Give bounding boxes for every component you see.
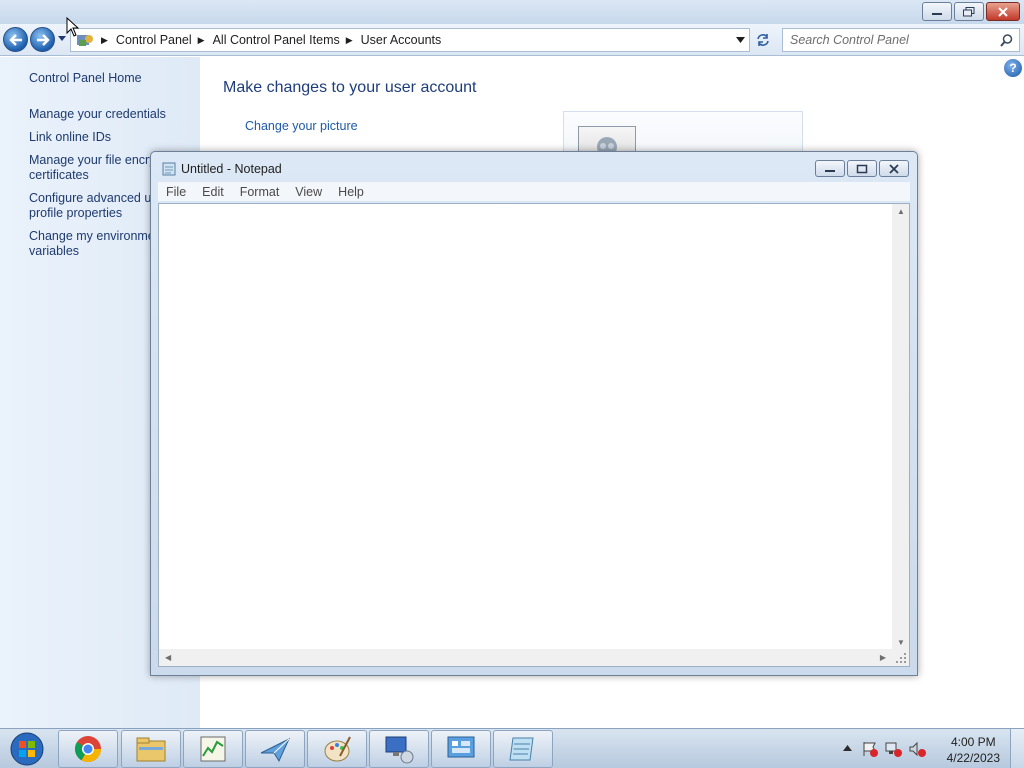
breadcrumb-label: All Control Panel Items <box>212 33 340 47</box>
remote-desktop-icon <box>385 736 414 764</box>
clock-date: 4/22/2023 <box>946 751 1000 765</box>
mail-client-icon <box>260 737 291 763</box>
notepad-minimize-button[interactable] <box>815 160 845 177</box>
resize-grip-icon <box>896 653 906 663</box>
breadcrumb-separator-icon[interactable]: ▶ <box>198 35 205 46</box>
show-hidden-icons-icon[interactable] <box>843 745 852 751</box>
vertical-scrollbar[interactable]: ▲ ▼ <box>892 204 909 650</box>
notepad-icon <box>509 737 534 761</box>
menu-bar: File Edit Format View Help <box>158 182 910 201</box>
navigation-bar: ▶ Control Panel ▶ All Control Panel Item… <box>0 24 1024 56</box>
taskbar-paint[interactable] <box>307 730 367 768</box>
scroll-right-icon[interactable]: ▶ <box>880 653 886 662</box>
refresh-button[interactable] <box>752 28 774 52</box>
close-icon <box>998 6 1008 17</box>
menu-help[interactable]: Help <box>330 185 372 199</box>
breadcrumb-control-panel[interactable]: Control Panel ▶ <box>116 33 213 47</box>
taskbar-remote-desktop[interactable] <box>369 730 429 768</box>
menu-file[interactable]: File <box>158 185 194 199</box>
clock-time: 4:00 PM <box>950 735 996 749</box>
scroll-left-icon[interactable]: ◀ <box>165 653 171 662</box>
close-button[interactable] <box>986 2 1020 21</box>
window-title: Untitled - Notepad <box>181 162 282 176</box>
taskbar-chrome[interactable] <box>58 730 118 768</box>
breadcrumb-label: User Accounts <box>360 33 442 47</box>
back-button[interactable] <box>3 27 28 52</box>
control-panel-icon <box>447 736 475 758</box>
menu-format[interactable]: Format <box>232 185 288 199</box>
breadcrumb-separator-icon[interactable]: ▶ <box>346 35 353 46</box>
taskbar-task-manager[interactable] <box>183 730 243 768</box>
maximize-icon <box>856 164 868 173</box>
taskbar-control-panel[interactable] <box>431 730 491 768</box>
scroll-down-icon[interactable]: ▼ <box>897 638 905 647</box>
task-manager-icon <box>200 736 226 762</box>
paint-icon <box>324 736 351 762</box>
address-bar[interactable]: ▶ Control Panel ▶ All Control Panel Item… <box>70 28 750 52</box>
clock[interactable]: 4:00 PM 4/22/2023 <box>947 734 1000 766</box>
restore-button[interactable] <box>954 2 984 21</box>
notepad-window: Untitled - Notepad File Edit Format View… <box>150 151 918 676</box>
show-desktop-button[interactable] <box>1010 729 1024 768</box>
volume-muted-icon[interactable] <box>909 741 927 757</box>
control-panel-titlebar[interactable] <box>0 0 1024 24</box>
minimize-icon <box>825 169 835 172</box>
chrome-icon <box>74 736 102 763</box>
file-explorer-icon <box>136 737 166 762</box>
refresh-icon <box>757 34 769 46</box>
recent-pages-dropdown-icon[interactable] <box>58 36 66 41</box>
start-button[interactable] <box>5 730 49 768</box>
arrow-right-icon <box>36 33 50 46</box>
taskbar-notepad[interactable] <box>493 730 553 768</box>
restore-icon <box>963 6 975 16</box>
horizontal-scrollbar[interactable]: ◀ ▶ <box>159 649 892 666</box>
search-box[interactable] <box>782 28 1020 52</box>
change-picture-link[interactable]: Change your picture <box>245 119 358 133</box>
help-icon: ? <box>1009 61 1017 75</box>
taskbar-file-explorer[interactable] <box>121 730 181 768</box>
mouse-cursor-icon <box>66 17 80 37</box>
action-center-icon[interactable] <box>861 741 879 757</box>
sidebar-item-link-online-ids[interactable]: Link online IDs <box>29 130 199 145</box>
menu-view[interactable]: View <box>287 185 330 199</box>
notepad-titlebar[interactable]: Untitled - Notepad <box>151 152 917 182</box>
system-tray: 4:00 PM 4/22/2023 <box>839 729 1024 768</box>
breadcrumb-all-items[interactable]: All Control Panel Items ▶ <box>213 33 361 47</box>
breadcrumb-label: Control Panel <box>115 33 192 47</box>
forward-button[interactable] <box>30 27 55 52</box>
breadcrumb-separator-icon: ▶ <box>101 34 108 45</box>
address-dropdown-icon[interactable] <box>736 37 745 43</box>
arrow-left-icon <box>8 33 22 46</box>
menu-edit[interactable]: Edit <box>194 185 232 199</box>
taskbar: 4:00 PM 4/22/2023 <box>0 728 1024 768</box>
resize-grip[interactable] <box>892 649 909 666</box>
notepad-close-button[interactable] <box>879 160 909 177</box>
minimize-button[interactable] <box>922 2 952 21</box>
search-input[interactable] <box>790 33 995 47</box>
breadcrumb-user-accounts[interactable]: User Accounts <box>361 33 442 47</box>
minimize-icon <box>932 12 942 15</box>
text-editor-area: ▲ ▼ ◀ ▶ <box>158 203 910 667</box>
scroll-up-icon[interactable]: ▲ <box>897 207 905 216</box>
close-icon <box>889 163 899 174</box>
sidebar-item-control-panel-home[interactable]: Control Panel Home <box>29 71 199 86</box>
page-title: Make changes to your user account <box>223 79 477 96</box>
taskbar-mail-client[interactable] <box>245 730 305 768</box>
windows-start-icon <box>10 732 44 766</box>
network-icon[interactable] <box>885 741 903 757</box>
search-icon[interactable] <box>1000 34 1013 47</box>
help-button[interactable]: ? <box>1004 59 1022 77</box>
notepad-icon <box>162 162 176 176</box>
sidebar-item-manage-credentials[interactable]: Manage your credentials <box>29 107 199 122</box>
text-editor[interactable] <box>159 204 892 650</box>
notepad-maximize-button[interactable] <box>847 160 877 177</box>
